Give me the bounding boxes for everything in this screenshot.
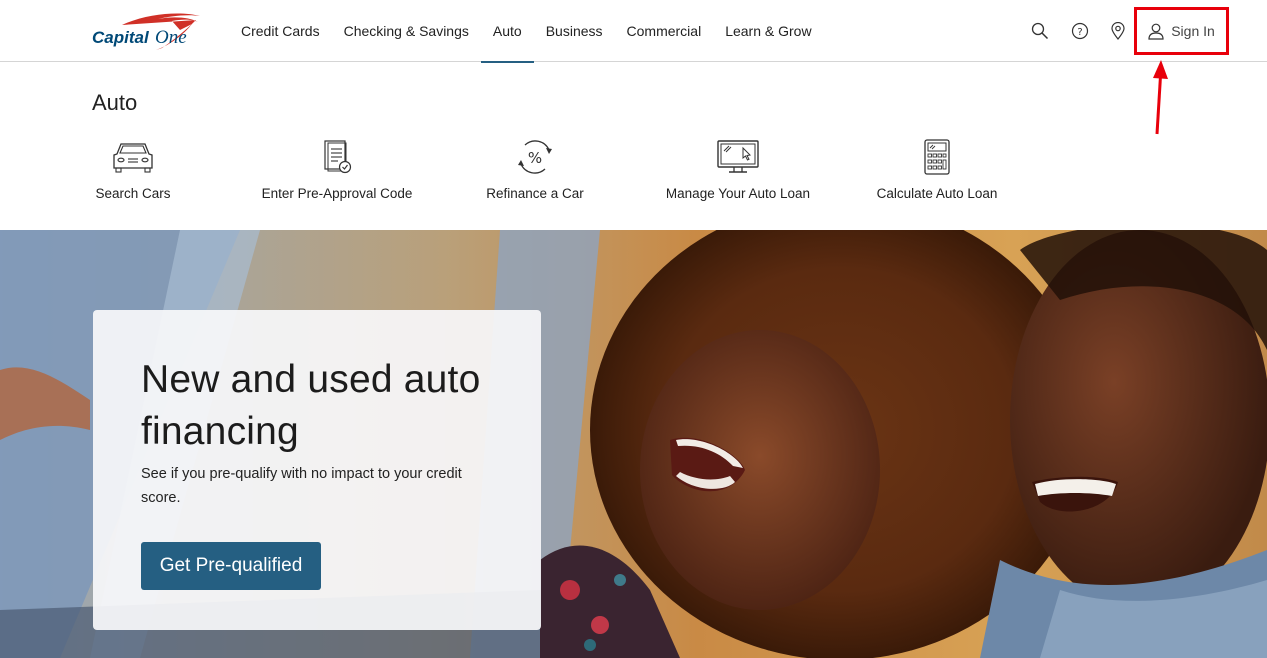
nav-credit-cards[interactable]: Credit Cards	[229, 0, 332, 62]
user-icon	[1148, 23, 1164, 40]
quick-link-label: Enter Pre-Approval Code	[261, 186, 413, 201]
hero-subtitle: See if you pre-qualify with no impact to…	[141, 466, 462, 506]
quick-link-manage-loan[interactable]: Manage Your Auto Loan	[663, 138, 813, 201]
document-check-icon	[324, 140, 352, 174]
nav-commercial[interactable]: Commercial	[615, 0, 714, 62]
nav-business[interactable]: Business	[534, 0, 615, 62]
quick-link-label: Refinance a Car	[486, 186, 584, 201]
search-icon	[1031, 22, 1049, 40]
svg-text:One: One	[155, 27, 187, 48]
monitor-cursor-icon	[717, 140, 759, 173]
capital-one-logo-icon: Capital One	[92, 13, 200, 51]
capital-one-logo[interactable]: Capital One	[92, 10, 204, 52]
get-prequalified-button[interactable]: Get Pre-qualified	[141, 542, 321, 590]
quick-link-calculate-loan[interactable]: Calculate Auto Loan	[874, 138, 1000, 201]
site-header: Capital One Credit Cards Checking & Savi…	[0, 0, 1267, 63]
calculator-icon	[924, 139, 950, 175]
search-button[interactable]	[1029, 0, 1051, 62]
hero-card: New and used auto financing See if you p…	[93, 310, 541, 630]
help-button[interactable]: ?	[1069, 0, 1091, 62]
svg-text:%: %	[528, 149, 542, 167]
sign-in-button[interactable]: Sign In	[1134, 7, 1229, 55]
car-icon	[113, 143, 153, 173]
quick-link-refinance[interactable]: % Refinance a Car	[486, 138, 584, 201]
nav-learn-grow[interactable]: Learn & Grow	[713, 0, 823, 62]
nav-checking-savings[interactable]: Checking & Savings	[332, 0, 481, 62]
quick-link-label: Manage Your Auto Loan	[665, 186, 811, 201]
location-button[interactable]	[1108, 0, 1128, 62]
hero-title: New and used auto financing	[141, 358, 481, 453]
svg-text:?: ?	[1077, 27, 1082, 38]
help-icon: ?	[1071, 22, 1089, 40]
hero-banner: New and used auto financing See if you p…	[0, 230, 1267, 658]
quick-link-search-cars[interactable]: Search Cars	[95, 138, 171, 201]
percent-refresh-icon: %	[518, 140, 552, 174]
nav-auto[interactable]: Auto	[480, 0, 534, 63]
annotation-arrow-icon	[1153, 60, 1168, 135]
location-pin-icon	[1111, 22, 1125, 40]
main-nav: Credit Cards Checking & Savings Auto Bus…	[229, 0, 824, 63]
svg-text:Capital: Capital	[92, 28, 150, 47]
sign-in-label: Sign In	[1171, 23, 1215, 39]
quick-link-pre-approval-code[interactable]: Enter Pre-Approval Code	[261, 138, 413, 201]
quick-link-label: Calculate Auto Loan	[876, 186, 998, 201]
quick-link-label: Search Cars	[95, 186, 171, 201]
section-title: Auto	[92, 90, 138, 115]
